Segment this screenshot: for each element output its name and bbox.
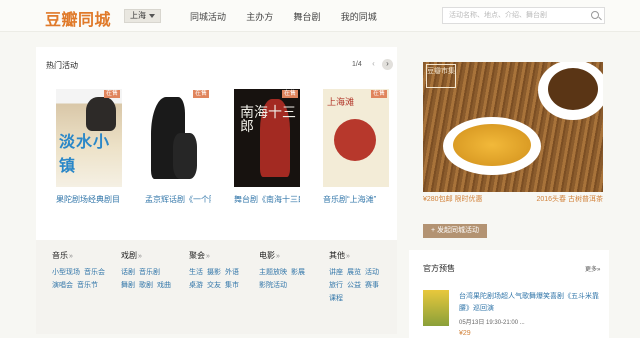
official-presale-panel: 官方预售 更多» 台湾果陀剧场超人气歌舞爆笑喜剧《五斗米靠腰》巡回演 05月13… [409,250,609,338]
event-title-link[interactable]: 果陀剧场经典剧目《淡水小镇》... [56,194,122,206]
search-icon[interactable] [591,11,599,19]
event-poster[interactable]: 南海十三郎 在售 [234,89,300,187]
category-link[interactable]: 赛事 [365,282,379,289]
event-poster[interactable]: 淡水小镇 在售 [56,89,122,187]
category-link[interactable]: 话剧 [121,269,135,276]
hot-events-title: 热门活动 [46,61,78,70]
event-card[interactable]: 上海滩 在售 音乐剧“上海滩” [323,89,389,206]
category-link[interactable]: 影展 [291,269,305,276]
chevron-down-icon [149,13,155,18]
category-link[interactable]: 歌剧 [139,282,153,289]
category-link[interactable]: 桌游 [189,282,203,289]
event-card[interactable]: 在售 孟京辉话剧《一个陌生女人的来... [145,89,211,206]
on-sale-badge: 在售 [103,90,120,98]
promo-price: ¥280包邮 限时优惠 [423,196,483,203]
presale-thumbnail[interactable] [423,290,449,326]
category-link[interactable]: 外语 [225,269,239,276]
category-link[interactable]: 集市 [225,282,239,289]
event-title-link[interactable]: 孟京辉话剧《一个陌生女人的来... [145,194,211,206]
category-link[interactable]: 摄影 [207,269,221,276]
promo-caption[interactable]: ¥280包邮 限时优惠 2016头春 古树普洱茶 [423,194,603,204]
category-link[interactable]: 舞剧 [121,282,135,289]
chevron-right-icon[interactable]: › [382,59,393,70]
poster-title: 淡水小镇 [59,134,111,175]
category-link[interactable]: 戏曲 [157,282,171,289]
category-link[interactable]: 讲座 [329,269,343,276]
city-selector[interactable]: 上海 [124,9,161,23]
create-event-button[interactable]: + 发起同城活动 [423,224,487,238]
category-movie: 电影 主题放映影展 影院活动 [259,250,309,292]
category-link[interactable]: 音乐会 [84,269,105,276]
category-link[interactable]: 展览 [347,269,361,276]
presale-price: ¥29 [459,330,471,337]
category-link[interactable]: 生活 [189,269,203,276]
chevron-left-icon[interactable]: ‹ [368,59,379,70]
category-title[interactable]: 聚会 [189,250,243,261]
event-card[interactable]: 南海十三郎 在售 舞台剧《南海十三郎》预售 [234,89,300,206]
event-title-link[interactable]: 音乐剧“上海滩” [323,194,389,206]
top-navigation-bar: 豆瓣同城 上海 同城活动 主办方 舞台剧 我的同城 活动名称、地点、介绍、舞台剧 [0,0,640,32]
main-content-card: 热门活动 1/4 ‹ › 淡水小镇 在售 果陀剧场经典剧目《淡水小镇》... 在… [36,47,397,334]
category-gathering: 聚会 生活摄影外语 桌游交友集市 [189,250,243,292]
category-link[interactable]: 音乐节 [77,282,98,289]
nav-item-events[interactable]: 同城活动 [190,10,226,23]
douban-tongcheng-logo[interactable]: 豆瓣同城 [45,6,111,30]
event-card[interactable]: 淡水小镇 在售 果陀剧场经典剧目《淡水小镇》... [56,89,122,206]
city-name: 上海 [130,11,146,20]
category-music: 音乐 小型现场音乐会 演唱会音乐节 [52,250,109,292]
search-placeholder: 活动名称、地点、介绍、舞台剧 [449,12,547,19]
category-link[interactable]: 影院活动 [259,282,287,289]
category-link[interactable]: 公益 [347,282,361,289]
category-link[interactable]: 课程 [329,295,343,302]
on-sale-badge: 在售 [281,90,298,98]
main-nav: 同城活动 主办方 舞台剧 我的同城 [190,10,395,23]
presale-item-link[interactable]: 台湾果陀剧场超人气歌舞爆笑喜剧《五斗米靠腰》巡回演 [459,291,607,315]
presale-date: 05月13日 19:30-21:00 ... [459,320,525,326]
category-link[interactable]: 小型现场 [52,269,80,276]
event-poster[interactable]: 上海滩 在售 [323,89,389,187]
category-title[interactable]: 其他 [329,250,383,261]
category-link[interactable]: 演唱会 [52,282,73,289]
on-sale-badge: 在售 [370,90,387,98]
category-link[interactable]: 主题放映 [259,269,287,276]
page-indicator: 1/4 [352,61,362,68]
search-input[interactable]: 活动名称、地点、介绍、舞台剧 [442,7,605,24]
on-sale-badge: 在售 [192,90,209,98]
category-section: 音乐 小型现场音乐会 演唱会音乐节 戏剧 话剧音乐剧 舞剧歌剧戏曲 聚会 生活摄… [36,240,397,334]
poster-title: 南海十三郎 [240,104,296,134]
promo-product: 2016头春 古树普洱茶 [536,196,603,203]
category-title[interactable]: 戏剧 [121,250,175,261]
category-other: 其他 讲座展览活动 旅行公益赛事 课程 [329,250,383,305]
event-poster[interactable]: 在售 [145,89,211,187]
category-link[interactable]: 活动 [365,269,379,276]
tea-promo-banner[interactable]: 豆瓣市集 [423,62,603,192]
nav-item-organizers[interactable]: 主办方 [246,10,273,23]
more-link[interactable]: 更多» [585,264,600,273]
poster-title: 上海滩 [327,97,355,107]
category-title[interactable]: 音乐 [52,250,109,261]
category-title[interactable]: 电影 [259,250,309,261]
category-link[interactable]: 旅行 [329,282,343,289]
presale-title: 官方预售 [423,264,455,273]
category-link[interactable]: 交友 [207,282,221,289]
category-link[interactable]: 音乐剧 [139,269,160,276]
douban-market-seal: 豆瓣市集 [426,64,456,88]
category-drama: 戏剧 话剧音乐剧 舞剧歌剧戏曲 [121,250,175,292]
event-title-link[interactable]: 舞台剧《南海十三郎》预售 [234,194,300,206]
nav-item-drama[interactable]: 舞台剧 [294,10,321,23]
nav-item-my-tongcheng[interactable]: 我的同城 [341,10,377,23]
